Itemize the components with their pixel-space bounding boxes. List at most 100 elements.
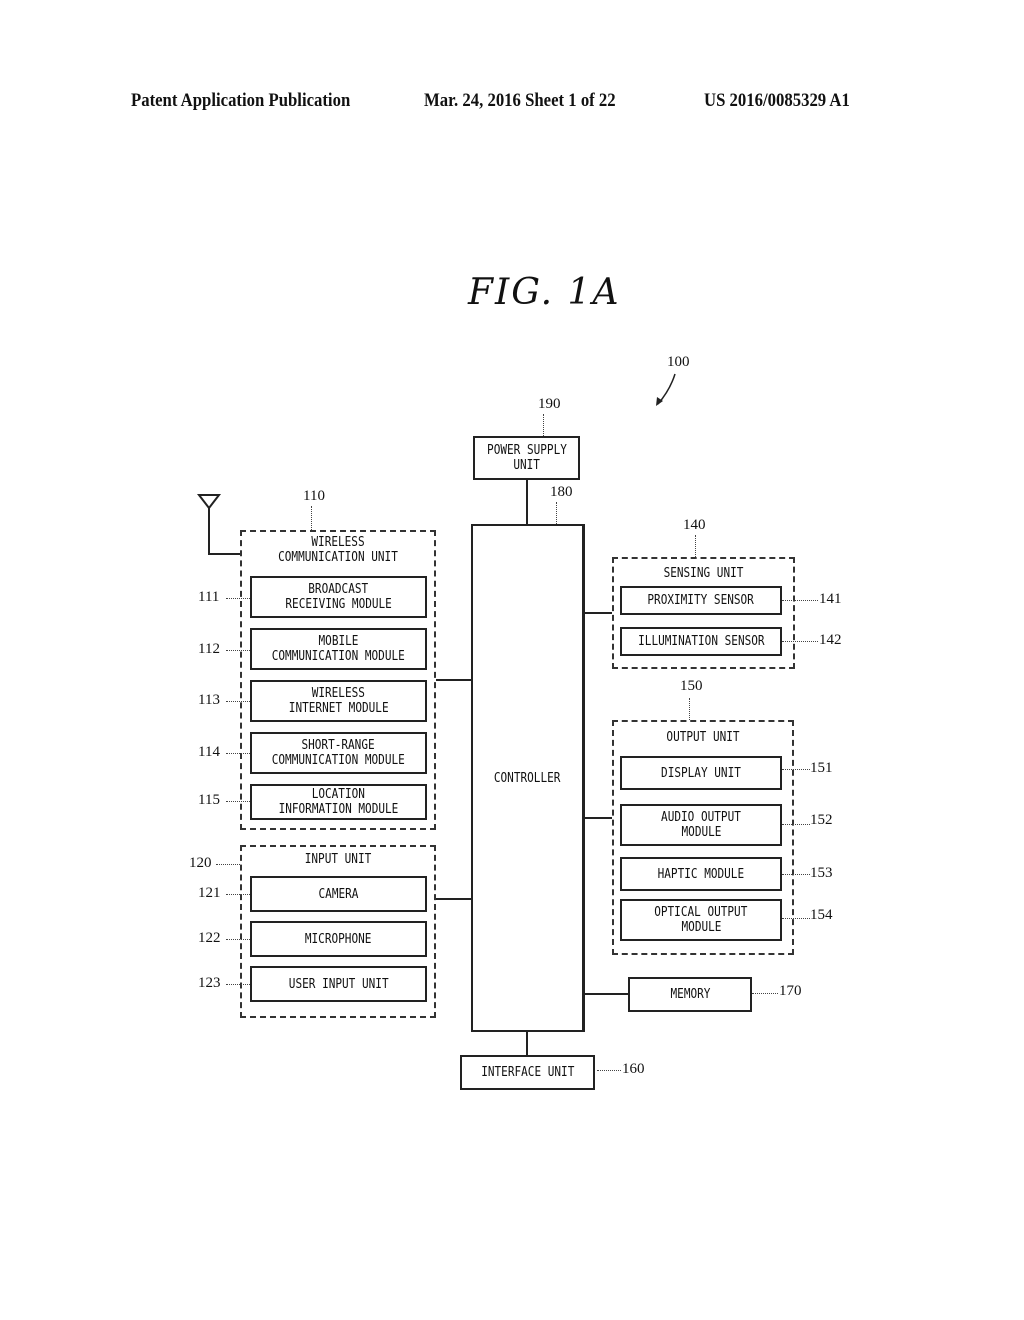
controller-block: CONTROLLER <box>471 524 585 1032</box>
ref-142: 142 <box>819 632 842 648</box>
ref-160: 160 <box>622 1061 645 1077</box>
figure-title: FIG. 1A <box>468 272 621 313</box>
leader-180 <box>556 502 557 524</box>
module-label: ILLUMINATION SENSOR <box>637 634 765 649</box>
ref-190: 190 <box>538 396 561 412</box>
ref-180: 180 <box>550 484 573 500</box>
leader-113 <box>226 701 250 702</box>
leader-154 <box>782 918 810 919</box>
ref-154: 154 <box>810 907 833 923</box>
module-label-2: INTERNET MODULE <box>288 701 389 716</box>
publication-number: US 2016/0085329 A1 <box>704 90 850 111</box>
ref-152: 152 <box>810 812 833 828</box>
leader-111 <box>226 598 250 599</box>
illumination-sensor-module: ILLUMINATION SENSOR <box>620 627 782 656</box>
leader-115 <box>226 801 250 802</box>
connector-power-controller <box>526 480 528 525</box>
display-unit-module: DISPLAY UNIT <box>620 756 782 790</box>
module-label-2: COMMUNICATION MODULE <box>271 649 406 664</box>
leader-170 <box>752 993 778 994</box>
leader-150 <box>689 698 690 720</box>
connector-controller-interface <box>526 1032 528 1056</box>
connector-output-controller <box>585 817 612 819</box>
leader-122 <box>226 939 250 940</box>
camera-module: CAMERA <box>250 876 427 912</box>
ref-141: 141 <box>819 591 842 607</box>
leader-153 <box>782 874 810 875</box>
module-label: PROXIMITY SENSOR <box>647 593 755 608</box>
module-label-2: MODULE <box>681 920 721 935</box>
leader-114 <box>226 753 250 754</box>
leader-160 <box>597 1070 621 1071</box>
module-label: MICROPHONE <box>305 931 372 947</box>
module-label-1: LOCATION <box>311 787 366 802</box>
ref-121: 121 <box>198 885 221 901</box>
ref-123: 123 <box>198 975 221 991</box>
memory-label: MEMORY <box>670 987 710 1002</box>
module-label-1: SHORT-RANGE <box>301 738 376 753</box>
power-supply-label-2: UNIT <box>513 458 540 473</box>
ref-151: 151 <box>810 760 833 776</box>
wireless-title: WIRELESS COMMUNICATION UNIT <box>242 535 434 565</box>
wireless-internet-module: WIRELESS INTERNET MODULE <box>250 680 427 722</box>
leader-142 <box>782 641 818 642</box>
connector-wireless-controller <box>436 679 471 681</box>
controller-label: CONTROLLER <box>494 770 561 786</box>
ref-115: 115 <box>198 792 220 808</box>
wireless-title-1: WIRELESS <box>311 535 365 550</box>
ref-122: 122 <box>198 930 221 946</box>
module-label-1: AUDIO OUTPUT <box>661 810 741 825</box>
publication-type: Patent Application Publication <box>131 90 351 111</box>
arrow-icon <box>656 373 676 406</box>
memory-block: MEMORY <box>628 977 752 1012</box>
ref-153: 153 <box>810 865 833 881</box>
leader-123 <box>226 984 250 985</box>
location-information-module: LOCATION INFORMATION MODULE <box>250 784 427 820</box>
module-label: CAMERA <box>318 886 359 902</box>
ref-111: 111 <box>198 589 220 605</box>
power-supply-label-1: POWER SUPPLY <box>486 443 567 458</box>
ref-112: 112 <box>198 641 220 657</box>
leader-120 <box>216 864 240 865</box>
ref-150: 150 <box>680 678 703 694</box>
leader-141 <box>782 600 818 601</box>
leader-151 <box>782 769 810 770</box>
module-label-2: INFORMATION MODULE <box>278 802 399 817</box>
ref-120: 120 <box>189 855 212 871</box>
module-label-1: WIRELESS <box>311 686 366 701</box>
ref-140: 140 <box>683 517 706 533</box>
mobile-communication-module: MOBILE COMMUNICATION MODULE <box>250 628 427 670</box>
leader-110 <box>311 506 312 530</box>
connector-input-controller <box>436 898 471 900</box>
microphone-module: MICROPHONE <box>250 921 427 957</box>
module-label: USER INPUT UNIT <box>288 976 389 992</box>
leader-112 <box>226 650 250 651</box>
connector-sensing-controller <box>585 612 612 614</box>
wireless-title-2: COMMUNICATION UNIT <box>278 550 398 565</box>
ref-110: 110 <box>303 488 325 504</box>
module-label-1: OPTICAL OUTPUT <box>654 905 748 920</box>
audio-output-module: AUDIO OUTPUT MODULE <box>620 804 782 846</box>
haptic-module: HAPTIC MODULE <box>620 857 782 891</box>
module-label-2: RECEIVING MODULE <box>285 597 392 612</box>
sensing-unit-title: SENSING UNIT <box>663 566 744 581</box>
leader-152 <box>782 824 810 825</box>
connector-memory-controller <box>585 993 628 995</box>
leader-140 <box>695 535 696 557</box>
module-label-2: COMMUNICATION MODULE <box>271 753 406 768</box>
ref-170: 170 <box>779 983 802 999</box>
ref-114: 114 <box>198 744 220 760</box>
short-range-communication-module: SHORT-RANGE COMMUNICATION MODULE <box>250 732 427 774</box>
optical-output-module: OPTICAL OUTPUT MODULE <box>620 899 782 941</box>
output-unit-title: OUTPUT UNIT <box>666 730 740 745</box>
power-supply-unit-block: POWER SUPPLY UNIT <box>473 436 580 480</box>
interface-unit-block: INTERFACE UNIT <box>460 1055 595 1090</box>
module-label-1: MOBILE <box>318 634 359 649</box>
interface-label: INTERFACE UNIT <box>480 1065 575 1080</box>
antenna-icon <box>196 494 242 555</box>
module-label-2: MODULE <box>681 825 721 840</box>
module-label-1: BROADCAST <box>308 582 369 597</box>
leader-190 <box>543 414 544 436</box>
ref-100: 100 <box>667 354 690 370</box>
input-unit-title: INPUT UNIT <box>304 852 372 867</box>
